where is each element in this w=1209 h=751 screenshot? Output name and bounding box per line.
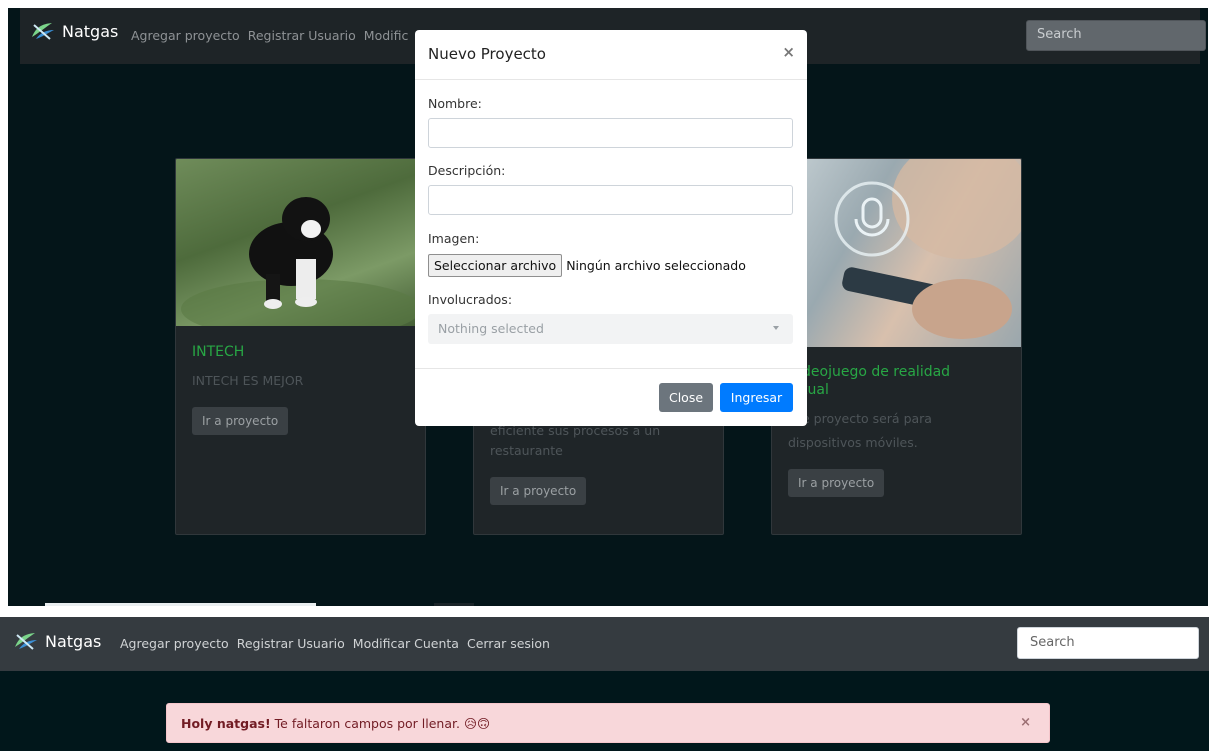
nav-agregar-proyecto[interactable]: Agregar proyecto: [131, 28, 240, 43]
card-image-voice-assistant: [772, 159, 1021, 347]
nav-modificar-cuenta[interactable]: Modific: [364, 28, 409, 43]
close-icon[interactable]: ×: [1020, 715, 1031, 730]
stage: Natgas Agregar proyecto Registrar Usuari…: [0, 0, 1209, 751]
brand-name: Natgas: [45, 631, 102, 651]
search-input[interactable]: Search: [1017, 627, 1199, 659]
nav-registrar-usuario[interactable]: Registrar Usuario: [237, 636, 345, 651]
label-involucrados: Involucrados:: [428, 292, 513, 307]
select-placeholder: Nothing selected: [438, 321, 544, 336]
navbar-brand[interactable]: Natgas: [30, 21, 118, 41]
bottom-strip: [434, 603, 474, 606]
card-button-ir-a-proyecto[interactable]: Ir a proyecto: [490, 477, 587, 505]
navbar: Natgas Agregar proyecto Registrar Usuari…: [0, 617, 1209, 671]
search-input[interactable]: Search: [1026, 20, 1206, 51]
select-file-button[interactable]: Seleccionar archivo: [428, 254, 563, 277]
close-icon[interactable]: ×: [782, 43, 795, 61]
alert-message: Te faltaron campos por llenar. 😥🙃: [270, 716, 491, 731]
alert-strong: Holy natgas!: [181, 716, 271, 731]
file-status: Ningún archivo seleccionado: [566, 258, 746, 273]
project-card-intech: INTECH INTECH ES MEJOR Ir a proyecto: [175, 158, 426, 535]
card-text-line1: e proyecto será para: [802, 411, 932, 426]
dog-photo: [181, 197, 421, 339]
file-input: Seleccionar archivo Ningún archivo selec…: [428, 254, 746, 277]
natgas-logo-icon: [15, 633, 37, 650]
nav-agregar-proyecto[interactable]: Agregar proyecto: [120, 636, 229, 651]
screenshot-modal-open: Natgas Agregar proyecto Registrar Usuari…: [8, 8, 1208, 606]
close-button[interactable]: Close: [659, 383, 713, 412]
navbar-brand[interactable]: Natgas: [13, 631, 101, 651]
label-nombre: Nombre:: [428, 96, 482, 111]
nombre-input[interactable]: [428, 118, 793, 148]
card-text-line2: restaurante: [490, 443, 563, 458]
label-descripcion: Descripción:: [428, 163, 506, 178]
nav-modificar-cuenta[interactable]: Modificar Cuenta: [353, 636, 459, 651]
card-title[interactable]: INTECH: [192, 343, 244, 361]
error-alert: Holy natgas! Te faltaron campos por llen…: [166, 703, 1050, 743]
nav-links: Agregar proyecto Registrar Usuario Modif…: [131, 28, 408, 43]
bottom-strip: [45, 603, 316, 606]
new-project-modal: Nuevo Proyecto × Nombre: Descripción: Im…: [415, 30, 807, 426]
chevron-down-icon: [773, 326, 779, 330]
natgas-logo-icon: [32, 23, 54, 40]
descripcion-input[interactable]: [428, 185, 793, 215]
brand-name: Natgas: [62, 21, 119, 41]
ingresar-button[interactable]: Ingresar: [720, 383, 793, 412]
nav-links: Agregar proyecto Registrar Usuario Modif…: [120, 636, 550, 651]
nav-cerrar-sesion[interactable]: Cerrar sesion: [467, 636, 550, 651]
modal-header: Nuevo Proyecto ×: [415, 30, 807, 80]
card-button-ir-a-proyecto[interactable]: Ir a proyecto: [192, 407, 289, 435]
involucrados-select[interactable]: Nothing selected: [428, 314, 793, 344]
card-text: INTECH ES MEJOR: [192, 373, 304, 388]
card-text-line2: dispositivos móviles.: [788, 435, 918, 450]
card-button-ir-a-proyecto[interactable]: Ir a proyecto: [788, 469, 885, 497]
modal-title: Nuevo Proyecto: [428, 45, 546, 63]
modal-footer: Close Ingresar: [415, 368, 807, 426]
nav-registrar-usuario[interactable]: Registrar Usuario: [248, 28, 356, 43]
project-card-videojuego: deojuego de realidad tual e proyecto ser…: [771, 158, 1022, 535]
card-title-line1[interactable]: deojuego de realidad: [802, 363, 950, 381]
card-image-dog: [176, 159, 425, 339]
label-imagen: Imagen:: [428, 231, 480, 246]
screenshot-alert: Natgas Agregar proyecto Registrar Usuari…: [0, 617, 1209, 751]
voice-assistant-photo: [834, 159, 1021, 339]
